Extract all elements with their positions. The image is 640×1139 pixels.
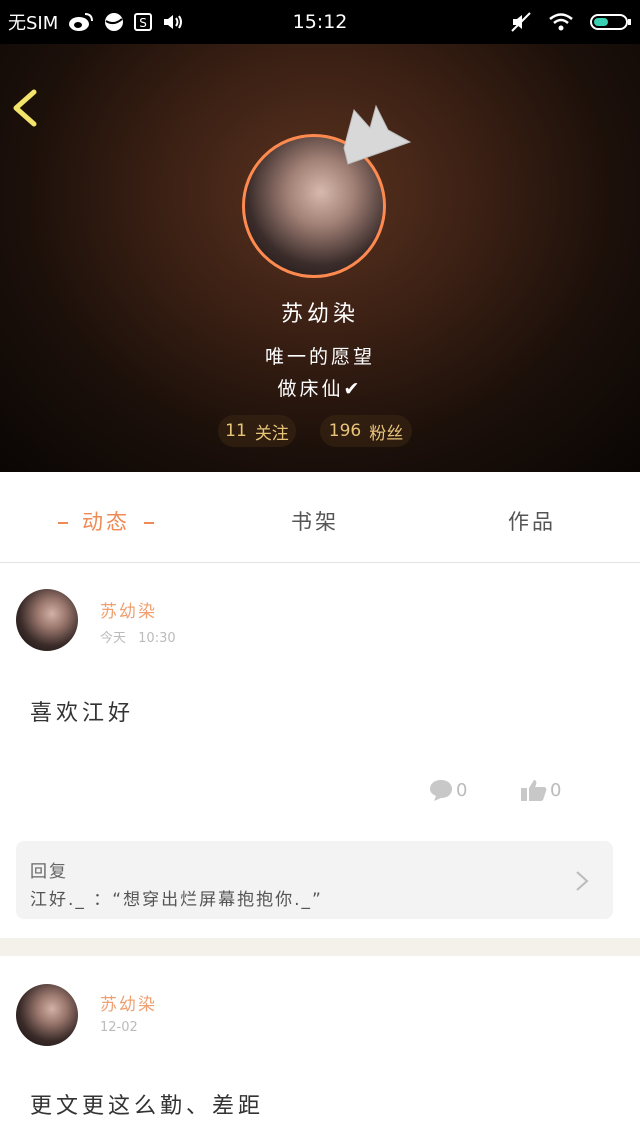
post-meta-label: 今天 xyxy=(100,631,127,646)
post-content: 更文更这么勤、差距 xyxy=(30,1094,265,1119)
fans-stat[interactable]: 196 粉丝 xyxy=(320,415,412,447)
ball-icon xyxy=(104,12,124,32)
tab-active-dash-left xyxy=(58,522,68,524)
tab-dynamics[interactable]: 动态 xyxy=(44,506,168,536)
like-button[interactable]: 0 xyxy=(520,778,561,802)
fans-label: 粉丝 xyxy=(369,423,404,444)
reply-title: 回复 xyxy=(30,862,68,882)
post-avatar[interactable] xyxy=(16,984,78,1046)
like-count: 0 xyxy=(550,779,562,801)
crown-icon xyxy=(343,104,412,165)
weibo-icon xyxy=(68,12,94,32)
post-card: 苏幼染 12-02 更文更这么勤、差距 xyxy=(0,956,640,1139)
post-date: 12-02 xyxy=(100,1020,138,1035)
svg-text:S: S xyxy=(139,16,147,30)
following-label: 关注 xyxy=(254,423,289,444)
post-meta: 今天 10:30 xyxy=(100,627,176,646)
wifi-icon xyxy=(548,12,574,32)
tab-works[interactable]: 作品 xyxy=(508,506,556,536)
profile-name: 苏幼染 xyxy=(280,302,359,327)
reply-card[interactable]: 回复 江好._ ：“想穿出烂屏幕抱抱你._” xyxy=(16,841,613,919)
tab-bookshelf-label: 书架 xyxy=(291,510,339,534)
chevron-right-icon xyxy=(576,871,589,891)
s-app-icon: S xyxy=(134,13,153,31)
status-right xyxy=(510,11,632,33)
profile-header: 苏幼染 唯一的愿望 做床仙✔ 11 关注 196 粉丝 xyxy=(0,44,640,472)
speaker-icon xyxy=(162,12,184,32)
profile-tabs: 动态 书架 作品 xyxy=(0,472,640,563)
post-divider xyxy=(0,938,640,956)
tab-works-label: 作品 xyxy=(508,510,556,534)
back-button[interactable] xyxy=(6,86,46,130)
tab-active-dash-right xyxy=(144,522,154,524)
battery-icon xyxy=(590,12,632,32)
tab-dynamics-label: 动态 xyxy=(82,510,130,534)
status-bar: 无SIM S 15:12 xyxy=(0,0,640,44)
profile-bio-line1: 唯一的愿望 xyxy=(264,346,375,368)
post-card: 苏幼染 今天 10:30 喜欢江好 0 0 回复 江好._ ：“想穿出烂屏幕抱抱… xyxy=(0,563,640,938)
tab-bookshelf[interactable]: 书架 xyxy=(291,506,339,536)
following-count: 11 xyxy=(225,421,247,441)
status-left: 无SIM S xyxy=(8,9,184,35)
post-content: 喜欢江好 xyxy=(30,701,135,726)
comment-icon xyxy=(430,780,452,801)
fans-count: 196 xyxy=(328,421,362,441)
profile-bio-line2: 做床仙✔ xyxy=(277,378,363,400)
comment-count: 0 xyxy=(456,779,468,801)
following-stat[interactable]: 11 关注 xyxy=(218,415,296,447)
back-arrow-icon xyxy=(13,89,37,127)
thumbs-up-icon xyxy=(521,780,547,801)
post-author[interactable]: 苏幼染 xyxy=(100,597,157,622)
post-avatar[interactable] xyxy=(16,589,78,651)
reply-text: 江好._ ：“想穿出烂屏幕抱抱你._” xyxy=(30,890,323,910)
carrier-label: 无SIM xyxy=(8,13,59,34)
post-author[interactable]: 苏幼染 xyxy=(100,990,157,1015)
post-time: 10:30 xyxy=(138,631,176,646)
comment-button[interactable]: 0 xyxy=(428,778,467,802)
mute-icon xyxy=(510,11,532,33)
